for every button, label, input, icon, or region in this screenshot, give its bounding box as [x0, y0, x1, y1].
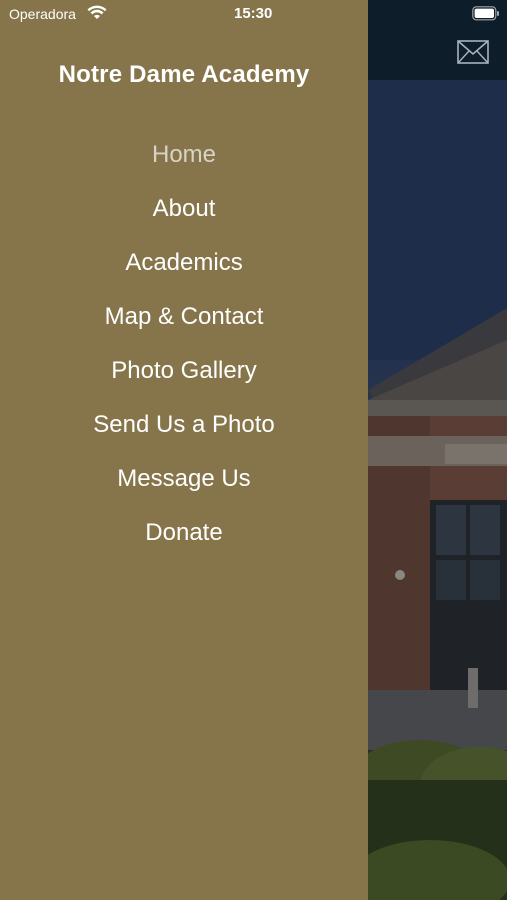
navigation-drawer: Notre Dame Academy Home About Academics … [0, 0, 368, 900]
drawer-menu: Home About Academics Map & Contact Photo… [0, 137, 368, 569]
menu-item-send-photo[interactable]: Send Us a Photo [0, 407, 368, 461]
wifi-icon [87, 5, 107, 21]
battery-icon [472, 6, 500, 21]
carrier-label: Operadora [9, 6, 76, 22]
menu-item-map-contact[interactable]: Map & Contact [0, 299, 368, 353]
menu-item-about[interactable]: About [0, 191, 368, 245]
menu-item-academics[interactable]: Academics [0, 245, 368, 299]
status-bar: Operadora 15:30 [0, 0, 507, 28]
menu-item-photo-gallery[interactable]: Photo Gallery [0, 353, 368, 407]
status-time: 15:30 [234, 5, 273, 22]
menu-item-home[interactable]: Home [0, 137, 368, 191]
mail-icon[interactable] [457, 40, 489, 64]
menu-item-message-us[interactable]: Message Us [0, 461, 368, 515]
drawer-title: Notre Dame Academy [58, 61, 310, 88]
menu-item-donate[interactable]: Donate [0, 515, 368, 569]
